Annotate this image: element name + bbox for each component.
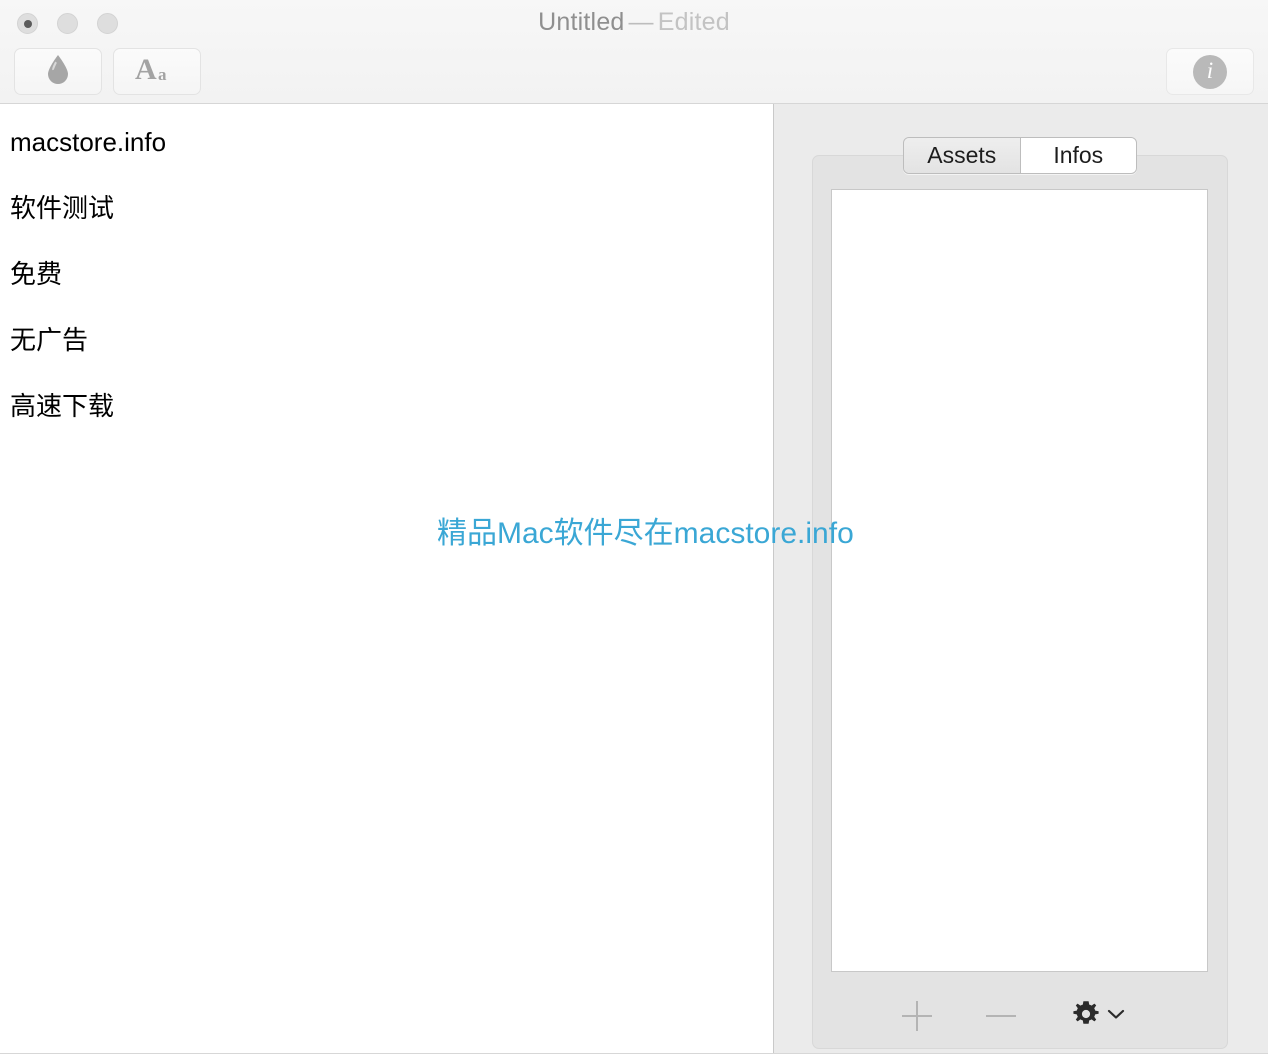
tab-infos-label: Infos [1053, 142, 1104, 168]
colors-button[interactable] [14, 48, 102, 95]
chevron-down-icon [1107, 1007, 1125, 1025]
infos-list-well[interactable] [831, 189, 1208, 972]
document-line: 无广告 [10, 325, 89, 356]
plus-icon [902, 1001, 932, 1031]
document-line: macstore.info [10, 127, 167, 158]
info-button[interactable]: i [1166, 48, 1254, 95]
tab-infos[interactable]: Infos [1019, 138, 1136, 173]
document-line: 免费 [10, 259, 63, 290]
inspector-content-box [812, 155, 1228, 1049]
document-line: 高速下载 [10, 391, 115, 422]
font-aa-icon: A a [135, 53, 179, 90]
document-text-area[interactable]: macstore.info 软件测试 免费 无广告 高速下载 [0, 104, 773, 1054]
document-name: Untitled [538, 8, 625, 36]
svg-text:a: a [158, 65, 167, 84]
title-separator: — [628, 8, 654, 36]
add-item-button[interactable] [895, 994, 939, 1038]
inspector-footer-toolbar [813, 986, 1227, 1048]
document-lines: macstore.info 软件测试 免费 无广告 高速下载 [10, 110, 750, 440]
fonts-button[interactable]: A a [113, 48, 201, 95]
ink-drop-icon [45, 53, 71, 90]
document-line: 软件测试 [10, 193, 115, 224]
minus-icon [986, 1015, 1016, 1017]
svg-text:A: A [135, 53, 157, 85]
tab-assets-label: Assets [927, 142, 997, 168]
window-titlebar: Untitled — Edited A a i [0, 0, 1268, 104]
watermark-text: 精品Mac软件尽在macstore.info [437, 517, 854, 550]
actions-menu-button[interactable] [1061, 994, 1133, 1038]
inspector-panel: Assets Infos [774, 104, 1268, 1054]
edited-status: Edited [657, 8, 730, 36]
window-title: Untitled — Edited [0, 8, 1268, 37]
inspector-tab-bar: Assets Infos [903, 137, 1137, 174]
remove-item-button[interactable] [979, 994, 1023, 1038]
info-circle-icon: i [1193, 54, 1227, 89]
gear-icon [1070, 998, 1102, 1035]
tab-assets[interactable]: Assets [904, 138, 1020, 173]
application-window: Untitled — Edited A a i macstore.info 软件… [0, 0, 1268, 1054]
